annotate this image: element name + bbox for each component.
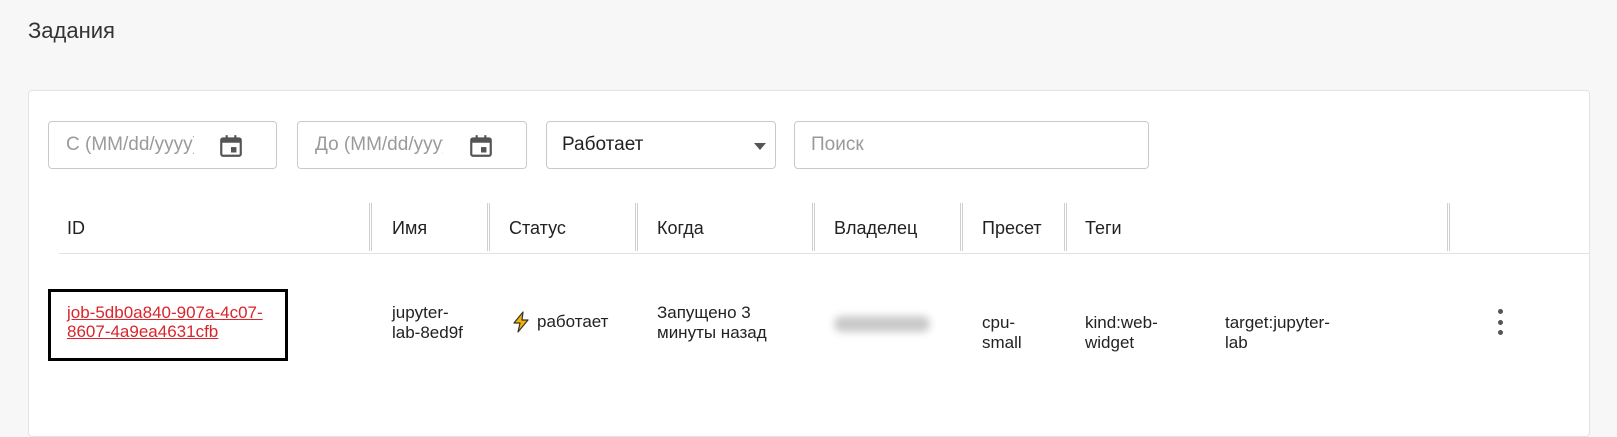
calendar-icon[interactable] [468, 133, 494, 159]
column-resizer[interactable] [1064, 203, 1067, 251]
status-select-value: Работает [562, 134, 644, 155]
column-resizer[interactable] [1447, 203, 1450, 251]
date-to-placeholder: До (MM/dd/yyyy) [315, 134, 443, 155]
job-preset: cpu-small [982, 313, 1022, 352]
column-header-name[interactable]: Имя [392, 203, 427, 253]
owner-blurred [834, 316, 930, 332]
job-status-label: работает [537, 312, 609, 331]
column-resizer[interactable] [369, 203, 372, 251]
search-input[interactable]: Поиск [794, 121, 1149, 169]
column-header-status[interactable]: Статус [509, 203, 566, 253]
column-header-preset[interactable]: Пресет [982, 203, 1042, 253]
date-from-field[interactable]: С (MM/dd/yyyy) [48, 121, 277, 169]
date-to-field[interactable]: До (MM/dd/yyyy) [297, 121, 527, 169]
page-title: Задания [28, 18, 115, 43]
column-resizer[interactable] [635, 203, 638, 251]
column-header-id[interactable]: ID [67, 203, 85, 253]
status-select[interactable]: Работает [546, 121, 776, 169]
column-resizer[interactable] [487, 203, 490, 251]
date-from-placeholder: С (MM/dd/yyyy) [66, 134, 194, 155]
column-header-tags[interactable]: Теги [1085, 203, 1122, 253]
column-resizer[interactable] [812, 203, 815, 251]
search-placeholder: Поиск [811, 134, 864, 155]
bolt-icon [513, 311, 529, 333]
chevron-down-icon [754, 143, 766, 150]
calendar-icon[interactable] [218, 133, 244, 159]
job-when: Запущено 3 минуты назад [657, 303, 767, 342]
column-header-when[interactable]: Когда [657, 203, 704, 253]
jobs-card: С (MM/dd/yyyy) До (MM/dd/yyyy) Работает … [28, 90, 1590, 437]
job-id-link[interactable]: job-5db0a840-907a-4c07-8607-4a9ea4631cfb [67, 303, 297, 341]
more-actions-icon[interactable] [1495, 309, 1505, 335]
job-name: jupyter-lab-8ed9f [392, 303, 463, 342]
table-header: ID Имя Статус Когда Владелец Пресет Теги [59, 203, 1589, 254]
column-resizer[interactable] [960, 203, 963, 251]
tag-chip: target:jupyter-lab [1225, 313, 1330, 352]
tag-chip: kind:web-widget [1085, 313, 1158, 352]
job-status: работает [511, 311, 608, 333]
column-header-owner[interactable]: Владелец [834, 203, 917, 253]
